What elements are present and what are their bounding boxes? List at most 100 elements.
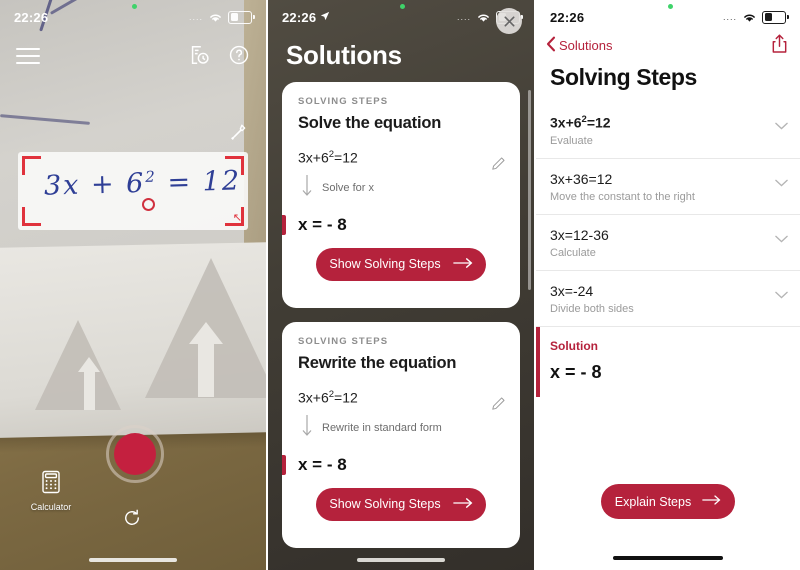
back-button[interactable]: Solutions xyxy=(546,36,612,55)
signal-dots-icon: .... xyxy=(188,12,203,22)
step-description: Move the constant to the right xyxy=(550,190,695,203)
solution-card[interactable]: SOLVING STEPS Solve the equation 3x+62=1… xyxy=(282,82,520,308)
hamburger-menu-icon[interactable] xyxy=(16,48,40,65)
equation-base: 3x+6 xyxy=(298,389,329,406)
battery-icon xyxy=(228,10,255,24)
chevron-left-icon xyxy=(546,36,556,55)
arrow-stem-small xyxy=(84,368,95,410)
scan-resize-handle-icon[interactable]: ↖ xyxy=(233,213,242,224)
status-time: 22:26 xyxy=(550,9,585,25)
solutions-panel: 22:26 .... Solutions SOLVING STEPS Solve xyxy=(268,0,534,570)
history-icon[interactable] xyxy=(188,44,210,71)
solution-card[interactable]: SOLVING STEPS Rewrite the equation 3x+62… xyxy=(282,322,520,548)
chevron-down-icon[interactable] xyxy=(775,117,788,135)
pencil-icon[interactable] xyxy=(491,156,506,176)
handwritten-equation-tail: = 12 xyxy=(156,165,242,199)
step-description: Evaluate xyxy=(550,134,593,147)
solution-accent-bar xyxy=(536,326,540,397)
step-row[interactable]: 3x=12-36 Calculate xyxy=(536,215,800,271)
chevron-down-icon[interactable] xyxy=(775,174,788,192)
triple-screenshot: 22:26 .... ↖ 3x + 62 = 12 Calculator 22:… xyxy=(0,0,800,570)
step-equation: 3x+62=12 xyxy=(550,114,768,131)
step-description: Calculate xyxy=(550,246,596,259)
equation-tail: =12 xyxy=(586,114,611,131)
solution-value: x = - 8 xyxy=(550,361,602,382)
navigation-bar: Solutions xyxy=(536,34,800,62)
scan-frame[interactable]: ↖ 3x + 62 = 12 xyxy=(18,152,248,230)
show-solving-steps-button[interactable]: Show Solving Steps xyxy=(316,247,486,281)
calculator-label: Calculator xyxy=(30,502,72,512)
status-icons: .... xyxy=(188,10,255,24)
card-kicker: SOLVING STEPS xyxy=(298,336,389,347)
camera-active-indicator xyxy=(132,4,137,9)
pencil-icon[interactable] xyxy=(491,396,506,416)
solution-block: Solution x = - 8 xyxy=(536,326,800,397)
wifi-icon xyxy=(742,12,757,23)
camera-panel: 22:26 .... ↖ 3x + 62 = 12 Calculator xyxy=(0,0,266,570)
close-icon[interactable] xyxy=(496,8,522,34)
camera-active-indicator xyxy=(400,4,405,9)
battery-icon xyxy=(762,10,789,24)
card-answer: x = - 8 xyxy=(298,214,347,234)
status-time: 22:26 xyxy=(282,9,317,25)
answer-accent-bar xyxy=(282,454,286,475)
card-equation: 3x+62=12 xyxy=(298,149,504,166)
signal-dots-icon: .... xyxy=(456,12,471,22)
solution-label: Solution xyxy=(550,338,598,353)
home-indicator xyxy=(357,558,445,562)
steps-list: 3x+62=12 Evaluate 3x+36=12 Move the cons… xyxy=(536,102,800,397)
flashlight-icon[interactable] xyxy=(228,122,248,147)
answer-accent-bar xyxy=(282,214,286,235)
status-bar: 22:26 .... xyxy=(268,0,534,34)
status-bar: 22:26 .... xyxy=(536,0,800,34)
chevron-down-icon[interactable] xyxy=(775,230,788,248)
explain-steps-label: Explain Steps xyxy=(614,494,692,509)
home-indicator xyxy=(89,558,177,562)
shutter-ring xyxy=(106,425,164,483)
scan-frame-corner xyxy=(22,156,41,175)
step-equation: 3x+36=12 xyxy=(550,170,613,187)
show-solving-steps-label: Show Solving Steps xyxy=(329,257,441,272)
equation-tail: =12 xyxy=(334,149,358,166)
down-arrow-icon xyxy=(301,414,313,443)
status-time: 22:26 xyxy=(14,9,49,25)
step-row[interactable]: 3x+36=12 Move the constant to the right xyxy=(536,159,800,215)
handwritten-equation-base: 3x + 6 xyxy=(43,167,146,202)
card-answer-block: x = - 8 xyxy=(282,454,504,475)
share-icon[interactable] xyxy=(771,34,788,59)
card-title: Solve the equation xyxy=(298,114,442,132)
scan-frame-corner xyxy=(22,207,41,226)
status-icons: .... xyxy=(723,10,789,24)
arrow-stem-large xyxy=(198,335,214,397)
handwritten-equation-exponent: 2 xyxy=(144,167,157,186)
status-bar: 22:26 .... xyxy=(0,0,266,34)
card-step-row: Solve for x xyxy=(298,174,504,203)
step-equation: 3x=12-36 xyxy=(550,226,609,243)
card-kicker: SOLVING STEPS xyxy=(298,96,389,107)
equation-base: 3x+6 xyxy=(550,114,582,131)
chevron-down-icon[interactable] xyxy=(775,286,788,304)
scrollbar[interactable] xyxy=(528,90,531,290)
calculator-button[interactable]: Calculator xyxy=(28,470,74,512)
help-icon[interactable] xyxy=(228,44,250,71)
card-answer: x = - 8 xyxy=(298,454,347,474)
arrow-right-icon xyxy=(702,494,721,509)
card-answer-block: x = - 8 xyxy=(282,214,504,235)
page-title: Solutions xyxy=(286,40,402,70)
back-label: Solutions xyxy=(559,38,613,53)
card-equation: 3x+62=12 xyxy=(298,389,504,406)
undo-icon[interactable] xyxy=(122,508,142,533)
card-step-row: Rewrite in standard form xyxy=(298,414,504,443)
equation-base: 3x+6 xyxy=(298,149,329,166)
show-solving-steps-button[interactable]: Show Solving Steps xyxy=(316,487,486,521)
explain-steps-button[interactable]: Explain Steps xyxy=(601,484,735,519)
shutter-button[interactable] xyxy=(114,433,156,475)
step-row[interactable]: 3x=-24 Divide both sides xyxy=(536,271,800,327)
location-arrow-icon xyxy=(320,8,330,26)
step-row[interactable]: 3x+62=12 Evaluate xyxy=(536,102,800,159)
step-equation: 3x=-24 xyxy=(550,282,594,299)
card-step-note: Solve for x xyxy=(322,182,374,195)
wifi-icon xyxy=(208,12,223,23)
step-description: Divide both sides xyxy=(550,302,634,315)
down-arrow-icon xyxy=(301,174,313,203)
